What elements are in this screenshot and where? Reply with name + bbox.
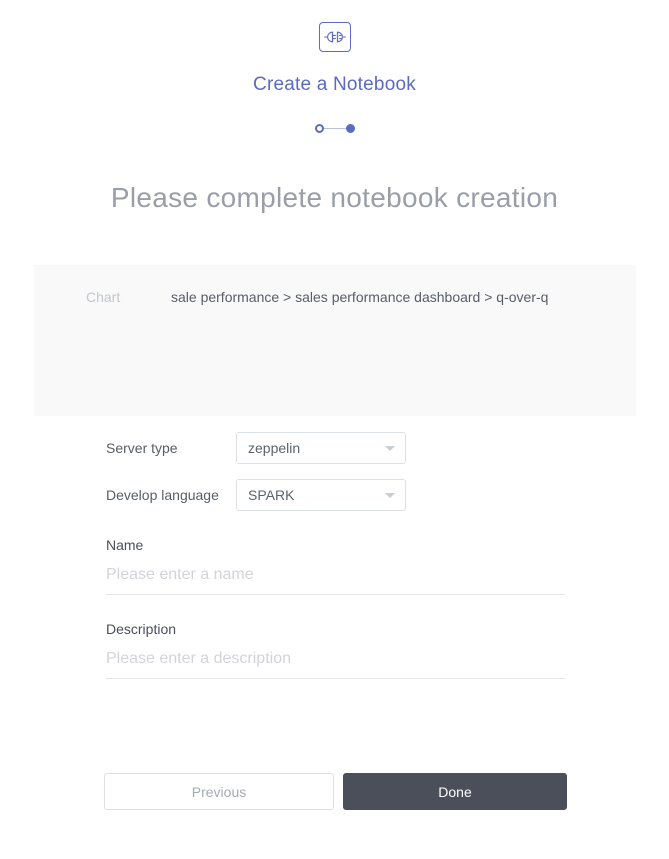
summary-label-chart: Chart (86, 289, 121, 305)
chevron-down-icon (385, 446, 395, 451)
name-field-group: Name (106, 537, 566, 595)
name-input[interactable] (106, 566, 565, 595)
brand-icon-container (0, 22, 669, 52)
server-type-label: Server type (106, 440, 178, 456)
server-type-value: zeppelin (248, 440, 301, 456)
summary-value-chart-breadcrumb: sale performance > sales performance das… (171, 289, 549, 305)
plug-connector-icon (318, 22, 351, 52)
stepper (0, 124, 669, 133)
description-input[interactable] (106, 650, 565, 679)
wizard-title: Create a Notebook (253, 74, 416, 95)
name-label: Name (106, 537, 144, 553)
server-type-select[interactable]: zeppelin (236, 432, 406, 464)
server-type-row: Server type zeppelin (106, 432, 566, 464)
step-indicator-1[interactable] (314, 124, 324, 133)
step-indicator-2[interactable] (345, 124, 355, 133)
develop-language-select[interactable]: SPARK (236, 479, 406, 511)
form-actions: Previous Done (104, 773, 567, 810)
create-notebook-page: Create a Notebook Please complete notebo… (0, 0, 669, 859)
develop-language-label: Develop language (106, 487, 219, 503)
description-field-group: Description (106, 621, 566, 679)
notebook-form: Server type zeppelin Develop language SP… (106, 432, 566, 679)
done-button[interactable]: Done (343, 773, 567, 810)
page-title: Please complete notebook creation (110, 182, 559, 213)
step-connector-line (323, 128, 346, 129)
develop-language-value: SPARK (248, 487, 295, 503)
chevron-down-icon (385, 493, 395, 498)
previous-button[interactable]: Previous (104, 773, 334, 810)
develop-language-row: Develop language SPARK (106, 479, 566, 511)
description-label: Description (106, 621, 177, 637)
summary-panel: Chart sale performance > sales performan… (34, 265, 636, 416)
summary-row-chart: Chart sale performance > sales performan… (34, 289, 636, 305)
